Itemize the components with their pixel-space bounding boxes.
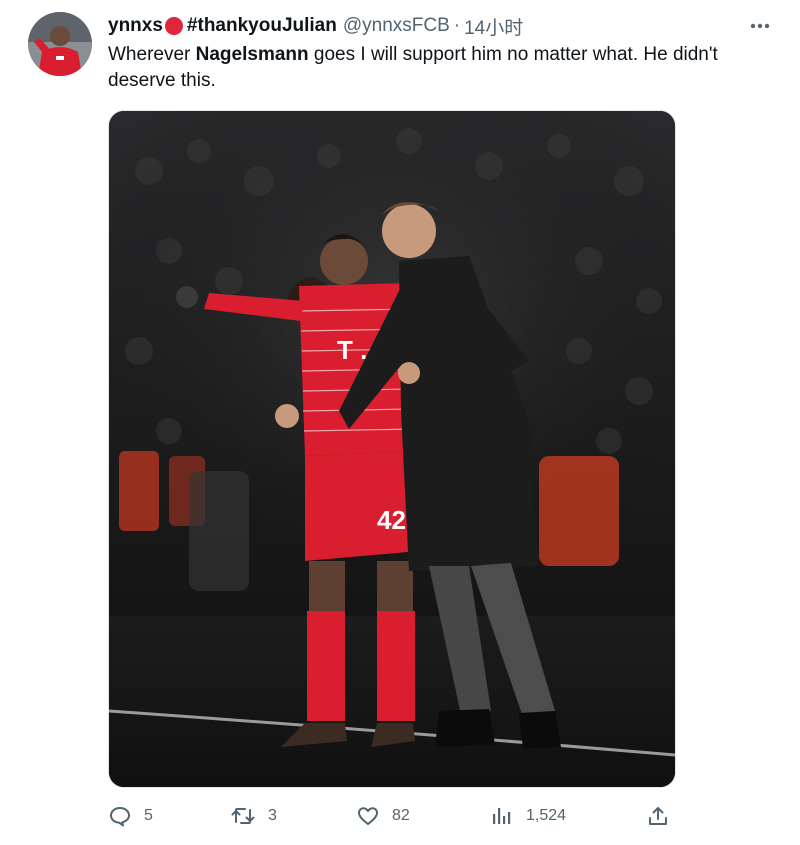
tweet-text: Wherever Nagelsmann goes I will support … xyxy=(108,42,780,94)
view-count: 1,524 xyxy=(526,807,567,824)
retweet-arrows-icon xyxy=(231,808,255,824)
views-button[interactable]: 1,524 xyxy=(490,804,566,828)
tweet-text-bold[interactable]: Nagelsmann xyxy=(196,44,309,65)
action-bar: 5 3 82 1,524 xyxy=(108,800,674,832)
avatar[interactable] xyxy=(28,12,92,76)
kit-number: 42 xyxy=(377,505,406,535)
tweet-photo[interactable]: T . . . 42 xyxy=(108,110,676,788)
upload-share-icon xyxy=(649,807,667,825)
timestamp[interactable]: 14小时 xyxy=(464,13,523,40)
display-name-hashtag[interactable]: #thankyouJulian xyxy=(187,15,337,37)
display-name[interactable]: ynnxs xyxy=(108,15,163,37)
share-button[interactable] xyxy=(646,804,670,828)
reply-count: 5 xyxy=(144,807,153,824)
like-count: 82 xyxy=(392,807,410,824)
more-dots-icon xyxy=(750,23,770,29)
avatar-image xyxy=(28,12,92,76)
retweet-button[interactable]: 3 xyxy=(230,804,277,828)
bar-chart-icon xyxy=(493,808,511,824)
tweet-card[interactable]: ynnxs #thankyouJulian @ynnxsFCB · 14小时 W… xyxy=(0,0,800,845)
photo-illustration: T . . . 42 xyxy=(109,111,675,787)
tweet-header: ynnxs #thankyouJulian @ynnxsFCB · 14小时 xyxy=(108,13,740,40)
reply-bubble-icon xyxy=(110,807,130,827)
separator-dot: · xyxy=(453,15,461,36)
like-button[interactable]: 82 xyxy=(356,804,410,828)
more-options-button[interactable] xyxy=(746,14,774,38)
user-handle[interactable]: @ynnxsFCB xyxy=(343,15,450,37)
tweet-text-start: Wherever xyxy=(108,44,196,65)
reply-button[interactable]: 5 xyxy=(108,804,153,828)
retweet-count: 3 xyxy=(268,807,277,824)
heart-icon xyxy=(358,807,378,825)
red-circle-emoji xyxy=(164,17,183,35)
